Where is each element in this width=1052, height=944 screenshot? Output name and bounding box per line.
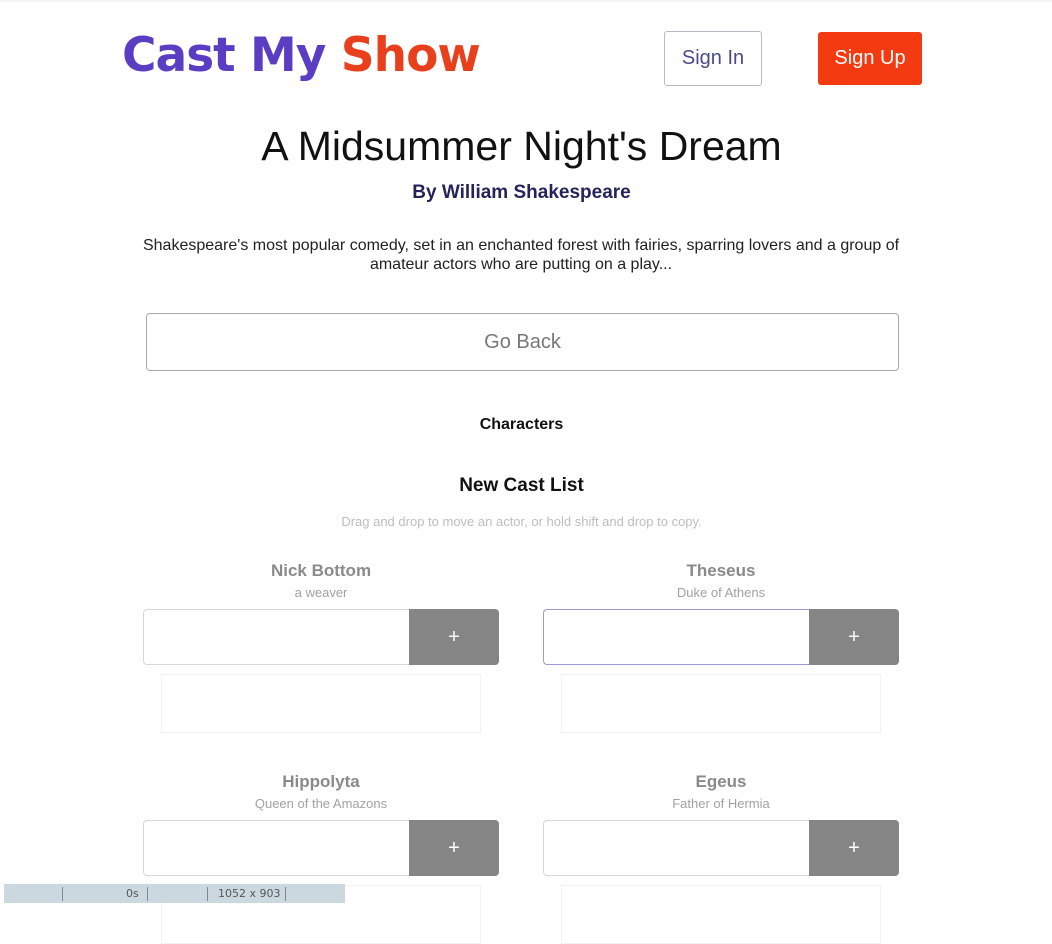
drag-drop-hint: Drag and drop to move an actor, or hold … [341, 514, 702, 529]
actor-name-input[interactable] [143, 609, 409, 665]
actor-name-input[interactable] [543, 609, 809, 665]
actor-entry-row: + [143, 609, 499, 665]
role-name: Hippolyta [282, 772, 360, 791]
role-description: Duke of Athens [676, 585, 766, 600]
actor-entry-row: + [543, 820, 899, 876]
go-back-button[interactable]: Go Back [146, 313, 899, 371]
devtools-bar: 0s 1052 x 903 [4, 884, 345, 903]
add-actor-button[interactable]: + [409, 820, 499, 876]
characters-link[interactable]: Characters [0, 416, 1043, 434]
role-card-egeus: Egeus Father of Hermia + [543, 772, 899, 944]
top-border [0, 0, 1052, 2]
role-description: Father of Hermia [672, 796, 770, 811]
play-title: A Midsummer Night's Dream [261, 123, 782, 169]
actor-entry-row: + [143, 820, 499, 876]
role-name: Theseus [686, 561, 756, 580]
add-actor-button[interactable]: + [809, 609, 899, 665]
role-card-theseus: Theseus Duke of Athens + [543, 561, 899, 733]
brand-logo[interactable]: Cast My Show [122, 26, 481, 86]
devbar-divider [207, 887, 208, 901]
role-name: Egeus [695, 772, 747, 791]
role-name: Nick Bottom [270, 561, 372, 580]
play-description: Shakespeare's most popular comedy, set i… [142, 237, 900, 273]
devbar-divider [62, 887, 63, 901]
role-card-hippolyta: Hippolyta Queen of the Amazons + [143, 772, 499, 944]
sign-in-button[interactable]: Sign In [664, 31, 762, 86]
actor-name-input[interactable] [143, 820, 409, 876]
devbar-time: 0s [126, 887, 139, 900]
devbar-viewport-size: 1052 x 903 [218, 887, 281, 900]
add-actor-button[interactable]: + [809, 820, 899, 876]
play-author: By William Shakespeare [412, 182, 631, 203]
role-description: Queen of the Amazons [254, 796, 388, 811]
role-description: a weaver [294, 585, 348, 600]
actor-name-input[interactable] [543, 820, 809, 876]
brand-word-cast-my: Cast My [122, 28, 326, 83]
add-actor-button[interactable]: + [409, 609, 499, 665]
brand-word-show: Show [340, 28, 481, 83]
sign-up-button[interactable]: Sign Up [818, 32, 922, 85]
actor-drop-zone[interactable] [561, 674, 881, 733]
actor-drop-zone[interactable] [161, 674, 481, 733]
devbar-divider [147, 887, 148, 901]
actor-entry-row: + [543, 609, 899, 665]
actor-drop-zone[interactable] [561, 885, 881, 944]
devbar-divider [285, 887, 286, 901]
cast-list-heading: New Cast List [459, 475, 584, 496]
role-card-nick-bottom: Nick Bottom a weaver + [143, 561, 499, 733]
